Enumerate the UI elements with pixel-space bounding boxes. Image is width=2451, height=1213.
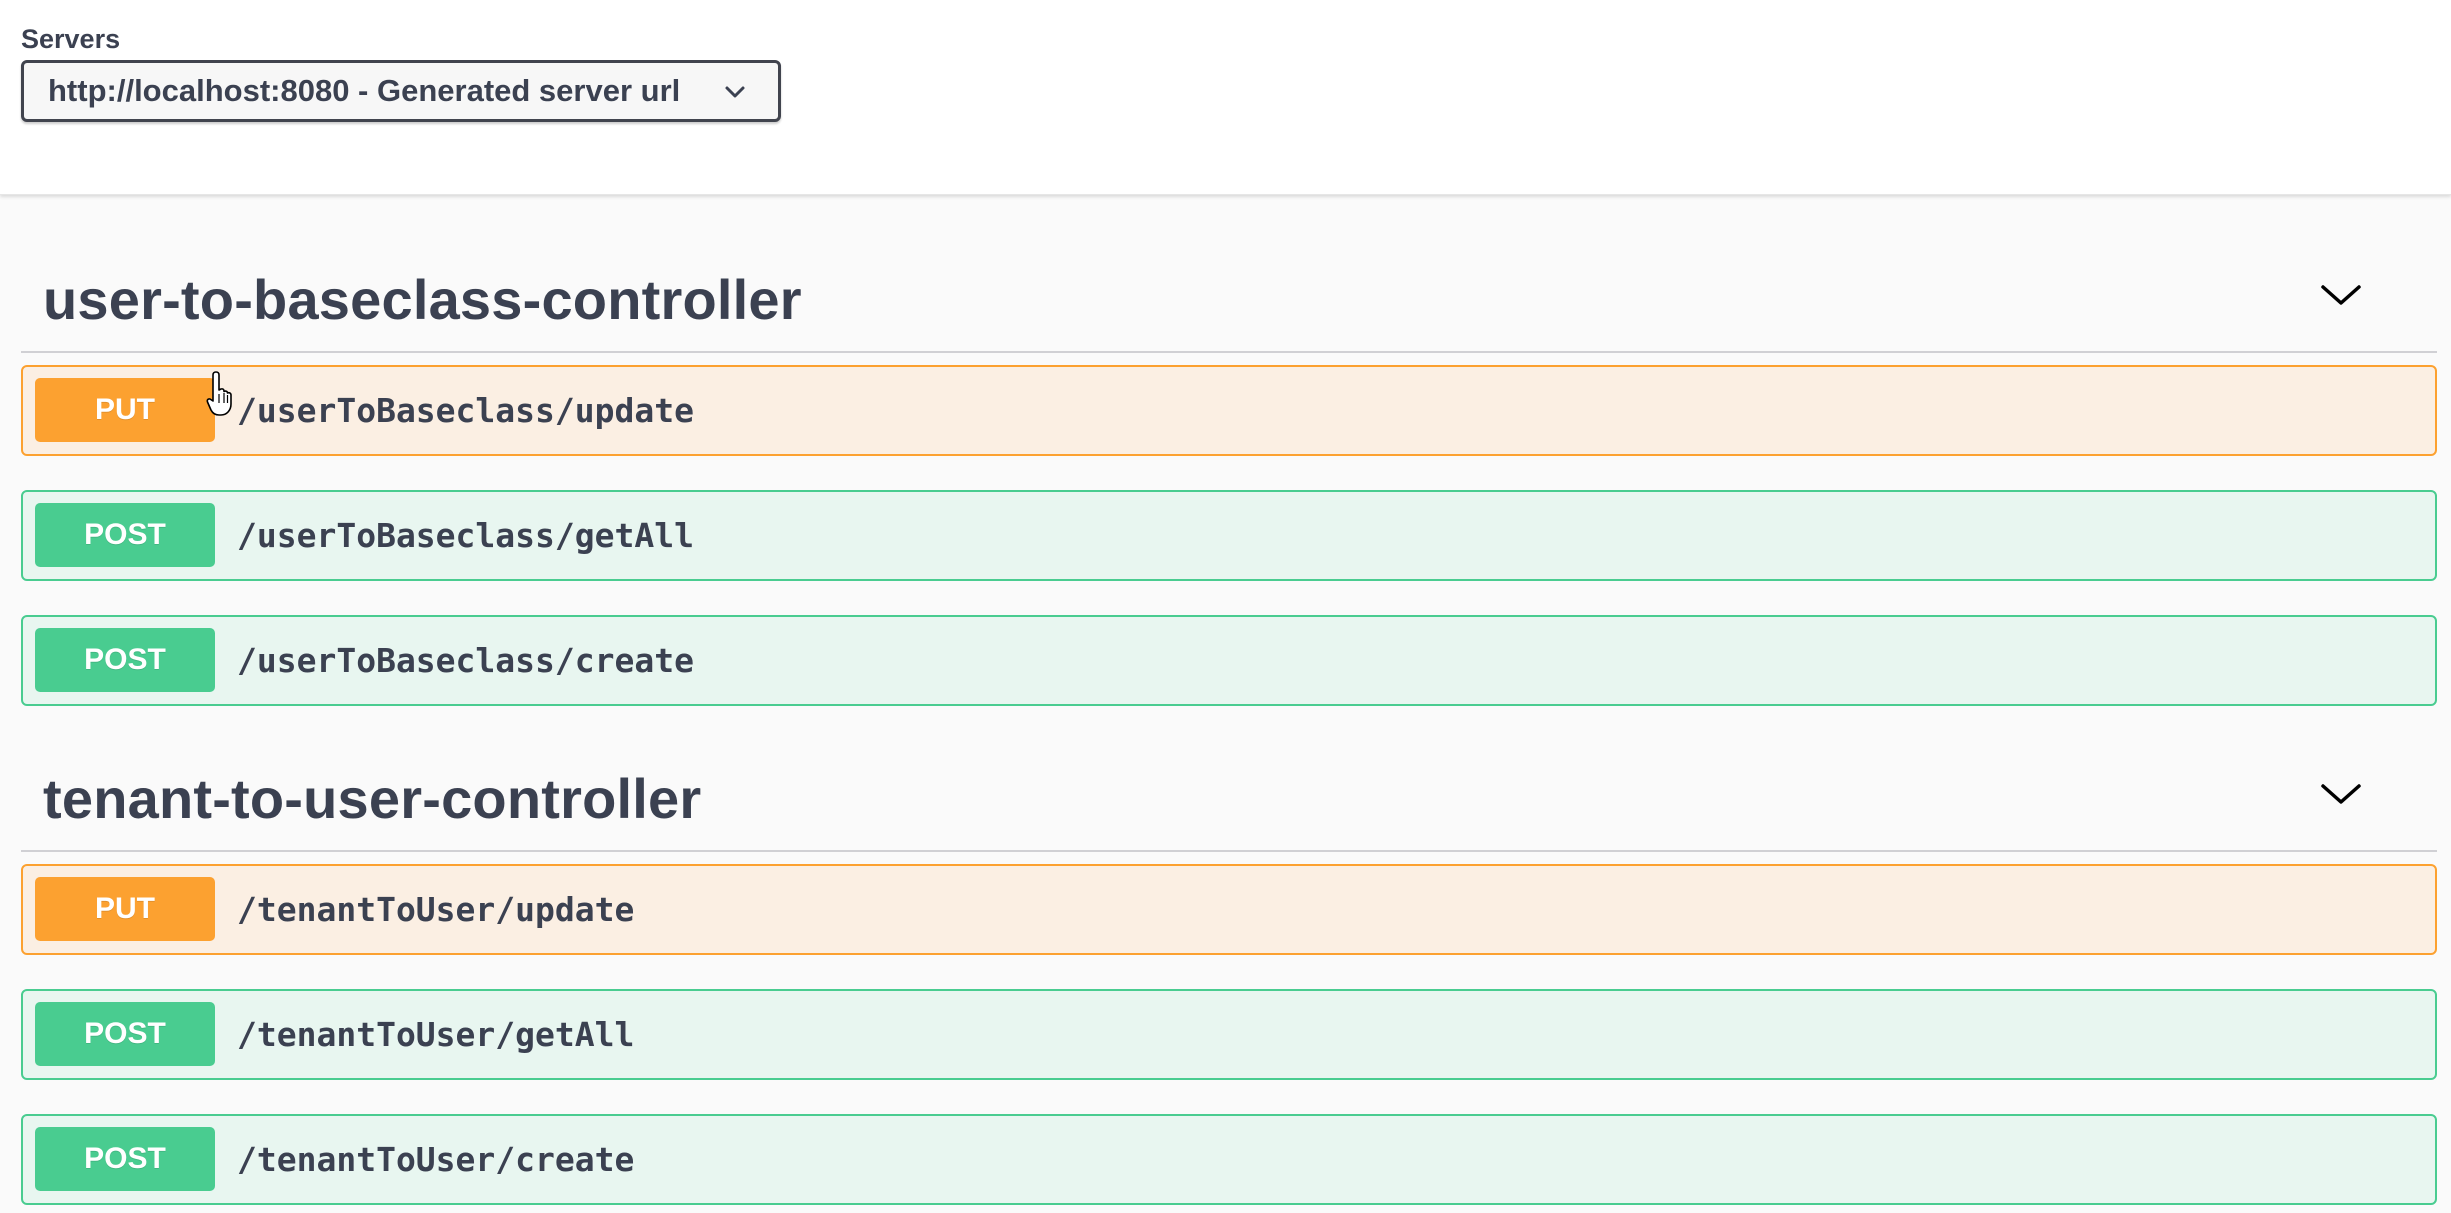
servers-label: Servers: [21, 24, 121, 54]
section-title: user-to-baseclass-controller: [43, 268, 802, 331]
method-badge: POST: [35, 1127, 215, 1191]
section-header-toggle[interactable]: tenant-to-user-controller: [21, 732, 2437, 852]
section-title: tenant-to-user-controller: [43, 767, 702, 830]
operation-path: /tenantToUser/create: [237, 1140, 635, 1179]
section-header-toggle[interactable]: user-to-baseclass-controller: [21, 233, 2437, 353]
operation-put-tenantToUser-update[interactable]: PUT /tenantToUser/update: [21, 864, 2437, 955]
server-select[interactable]: http://localhost:8080 - Generated server…: [21, 60, 781, 122]
server-select-value: http://localhost:8080 - Generated server…: [48, 73, 681, 108]
operation-path: /userToBaseclass/create: [237, 641, 694, 680]
operation-put-userToBaseclass-update[interactable]: PUT /userToBaseclass/update: [21, 365, 2437, 456]
operation-path: /tenantToUser/getAll: [237, 1015, 635, 1054]
operation-path: /tenantToUser/update: [237, 890, 635, 929]
servers-bar: Servers http://localhost:8080 - Generate…: [0, 0, 2451, 195]
operation-post-userToBaseclass-create[interactable]: POST /userToBaseclass/create: [21, 615, 2437, 706]
chevron-down-icon[interactable]: [2317, 271, 2365, 319]
operation-path: /userToBaseclass/update: [237, 391, 694, 430]
method-badge: POST: [35, 1002, 215, 1066]
method-badge: PUT: [35, 877, 215, 941]
chevron-down-icon: [725, 86, 745, 98]
method-badge: POST: [35, 503, 215, 567]
operation-post-userToBaseclass-getAll[interactable]: POST /userToBaseclass/getAll: [21, 490, 2437, 581]
operation-post-tenantToUser-getAll[interactable]: POST /tenantToUser/getAll: [21, 989, 2437, 1080]
chevron-down-icon[interactable]: [2317, 770, 2365, 818]
operation-path: /userToBaseclass/getAll: [237, 516, 694, 555]
method-badge: POST: [35, 628, 215, 692]
operation-post-tenantToUser-create[interactable]: POST /tenantToUser/create: [21, 1114, 2437, 1205]
method-badge: PUT: [35, 378, 215, 442]
